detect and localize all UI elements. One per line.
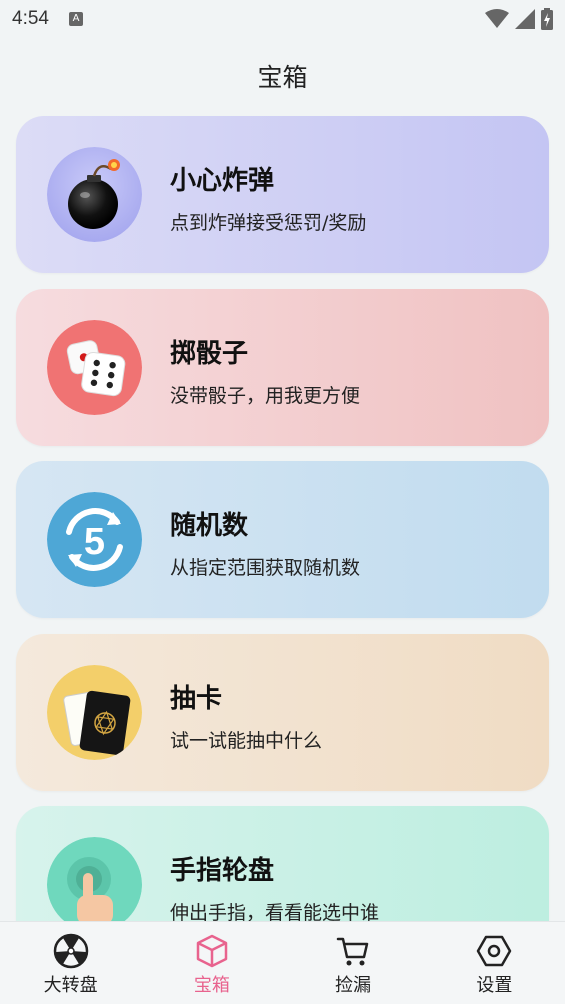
card-random-number[interactable]: 5 随机数 从指定范围获取随机数: [16, 461, 549, 618]
dice-icon: [47, 320, 142, 415]
battery-charging-icon: [541, 8, 553, 30]
status-bar: 4:54 A: [0, 0, 565, 38]
tab-wheel[interactable]: 大转盘: [0, 922, 141, 1004]
card-subtitle: 从指定范围获取随机数: [170, 557, 361, 579]
random-number-icon: 5: [47, 492, 142, 587]
tab-settings-label: 设置: [476, 975, 513, 996]
box-icon: [196, 934, 228, 968]
card-title: 小心炸弹: [170, 166, 275, 196]
tab-box-label: 宝箱: [193, 975, 230, 996]
tab-box[interactable]: 宝箱: [141, 922, 282, 1004]
card-draw-icon: [47, 665, 142, 760]
wifi-icon: [485, 9, 509, 28]
hexagon-settings-icon: [477, 935, 512, 967]
card-subtitle: 试一试能抽中什么: [170, 730, 323, 752]
signal-icon: [515, 9, 535, 29]
wheel-icon: [53, 933, 88, 969]
cart-icon: [336, 937, 369, 966]
a-icon: A: [68, 12, 83, 26]
card-title: 随机数: [170, 511, 249, 541]
tab-settings[interactable]: 设置: [424, 922, 565, 1004]
tab-cart-label: 捡漏: [335, 975, 372, 996]
tab-wheel-label: 大转盘: [43, 975, 98, 996]
card-title: 掷骰子: [170, 339, 249, 369]
card-dice[interactable]: 掷骰子 没带骰子，用我更方便: [16, 289, 549, 446]
card-subtitle: 没带骰子，用我更方便: [170, 385, 361, 407]
card-draw[interactable]: 抽卡 试一试能抽中什么: [16, 634, 549, 791]
bottom-nav: 大转盘 宝箱 捡漏 设置: [0, 921, 565, 1004]
card-subtitle: 点到炸弹接受惩罚/奖励: [170, 212, 367, 234]
status-time: 4:54: [12, 8, 49, 29]
finger-tap-icon: [47, 837, 142, 932]
card-title: 手指轮盘: [170, 856, 275, 886]
status-icons: [485, 8, 553, 30]
page-title: 宝箱: [257, 63, 308, 92]
card-bomb[interactable]: 小心炸弹 点到炸弹接受惩罚/奖励: [16, 116, 549, 273]
svg-text:5: 5: [84, 521, 105, 563]
card-title: 抽卡: [170, 684, 223, 714]
tab-cart[interactable]: 捡漏: [283, 922, 424, 1004]
bomb-icon: [47, 147, 142, 242]
